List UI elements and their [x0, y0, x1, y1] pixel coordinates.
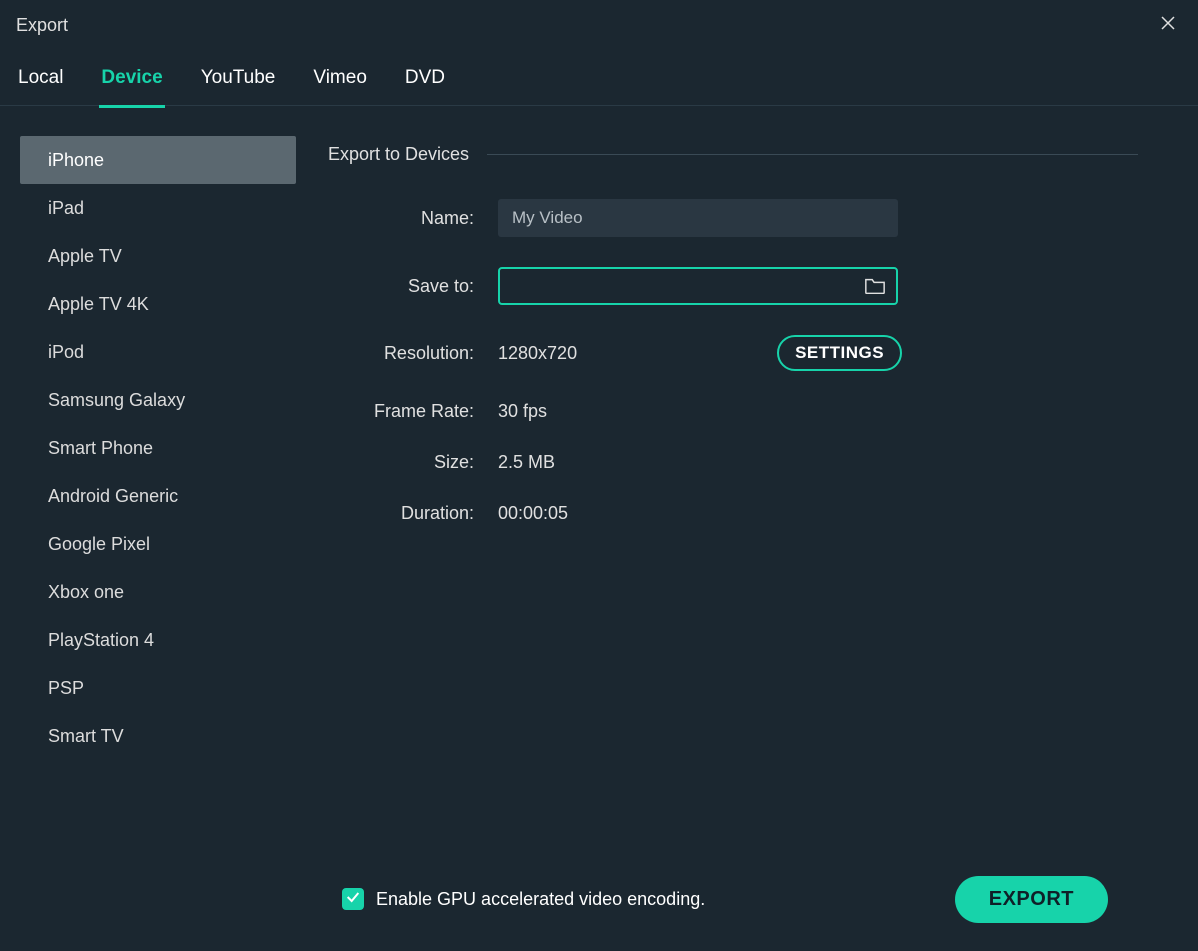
saveto-field[interactable] — [498, 267, 898, 305]
size-value: 2.5 MB — [498, 452, 555, 473]
section-header: Export to Devices — [328, 144, 1138, 165]
gpu-option: Enable GPU accelerated video encoding. — [342, 888, 705, 910]
check-icon — [345, 889, 361, 910]
name-label: Name: — [328, 208, 498, 229]
device-sidebar: iPhone iPad Apple TV Apple TV 4K iPod Sa… — [0, 106, 298, 951]
export-dialog: Export Local Device YouTube Vimeo DVD iP… — [0, 0, 1198, 951]
folder-icon[interactable] — [864, 276, 886, 296]
device-item-playstation4[interactable]: PlayStation 4 — [20, 616, 296, 664]
footer: Enable GPU accelerated video encoding. E… — [328, 861, 1138, 951]
duration-label: Duration: — [328, 503, 498, 524]
tab-bar: Local Device YouTube Vimeo DVD — [0, 50, 1198, 106]
name-input[interactable] — [498, 199, 898, 237]
tab-vimeo[interactable]: Vimeo — [311, 61, 369, 95]
device-item-google-pixel[interactable]: Google Pixel — [20, 520, 296, 568]
row-size: Size: 2.5 MB — [328, 452, 1138, 473]
settings-button[interactable]: SETTINGS — [777, 335, 902, 371]
device-item-ipad[interactable]: iPad — [20, 184, 296, 232]
titlebar: Export — [0, 0, 1198, 50]
device-item-xbox-one[interactable]: Xbox one — [20, 568, 296, 616]
close-icon — [1159, 14, 1177, 37]
export-button[interactable]: EXPORT — [955, 876, 1108, 923]
resolution-value: 1280x720 — [498, 343, 577, 364]
device-item-android-generic[interactable]: Android Generic — [20, 472, 296, 520]
section-divider — [487, 154, 1138, 155]
device-item-smart-phone[interactable]: Smart Phone — [20, 424, 296, 472]
device-item-smart-tv[interactable]: Smart TV — [20, 712, 296, 760]
dialog-body: iPhone iPad Apple TV Apple TV 4K iPod Sa… — [0, 106, 1198, 951]
duration-value: 00:00:05 — [498, 503, 568, 524]
tab-device[interactable]: Device — [99, 61, 164, 95]
tab-youtube[interactable]: YouTube — [199, 61, 278, 95]
device-item-ipod[interactable]: iPod — [20, 328, 296, 376]
row-resolution: Resolution: 1280x720 SETTINGS — [328, 335, 1138, 371]
device-item-psp[interactable]: PSP — [20, 664, 296, 712]
section-title: Export to Devices — [328, 144, 469, 165]
device-item-appletv4k[interactable]: Apple TV 4K — [20, 280, 296, 328]
framerate-label: Frame Rate: — [328, 401, 498, 422]
main-panel: Export to Devices Name: Save to: — [298, 106, 1198, 951]
gpu-label: Enable GPU accelerated video encoding. — [376, 889, 705, 910]
window-title: Export — [16, 15, 68, 36]
tab-dvd[interactable]: DVD — [403, 61, 447, 95]
row-framerate: Frame Rate: 30 fps — [328, 401, 1138, 422]
export-form: Name: Save to: Resolution: 1280x720 SETT… — [328, 199, 1138, 524]
saveto-label: Save to: — [328, 276, 498, 297]
tab-local[interactable]: Local — [16, 61, 65, 95]
device-item-samsung-galaxy[interactable]: Samsung Galaxy — [20, 376, 296, 424]
resolution-label: Resolution: — [328, 343, 498, 364]
device-item-appletv[interactable]: Apple TV — [20, 232, 296, 280]
size-label: Size: — [328, 452, 498, 473]
device-item-iphone[interactable]: iPhone — [20, 136, 296, 184]
close-button[interactable] — [1154, 11, 1182, 39]
gpu-checkbox[interactable] — [342, 888, 364, 910]
row-saveto: Save to: — [328, 267, 1138, 305]
framerate-value: 30 fps — [498, 401, 547, 422]
row-name: Name: — [328, 199, 1138, 237]
row-duration: Duration: 00:00:05 — [328, 503, 1138, 524]
